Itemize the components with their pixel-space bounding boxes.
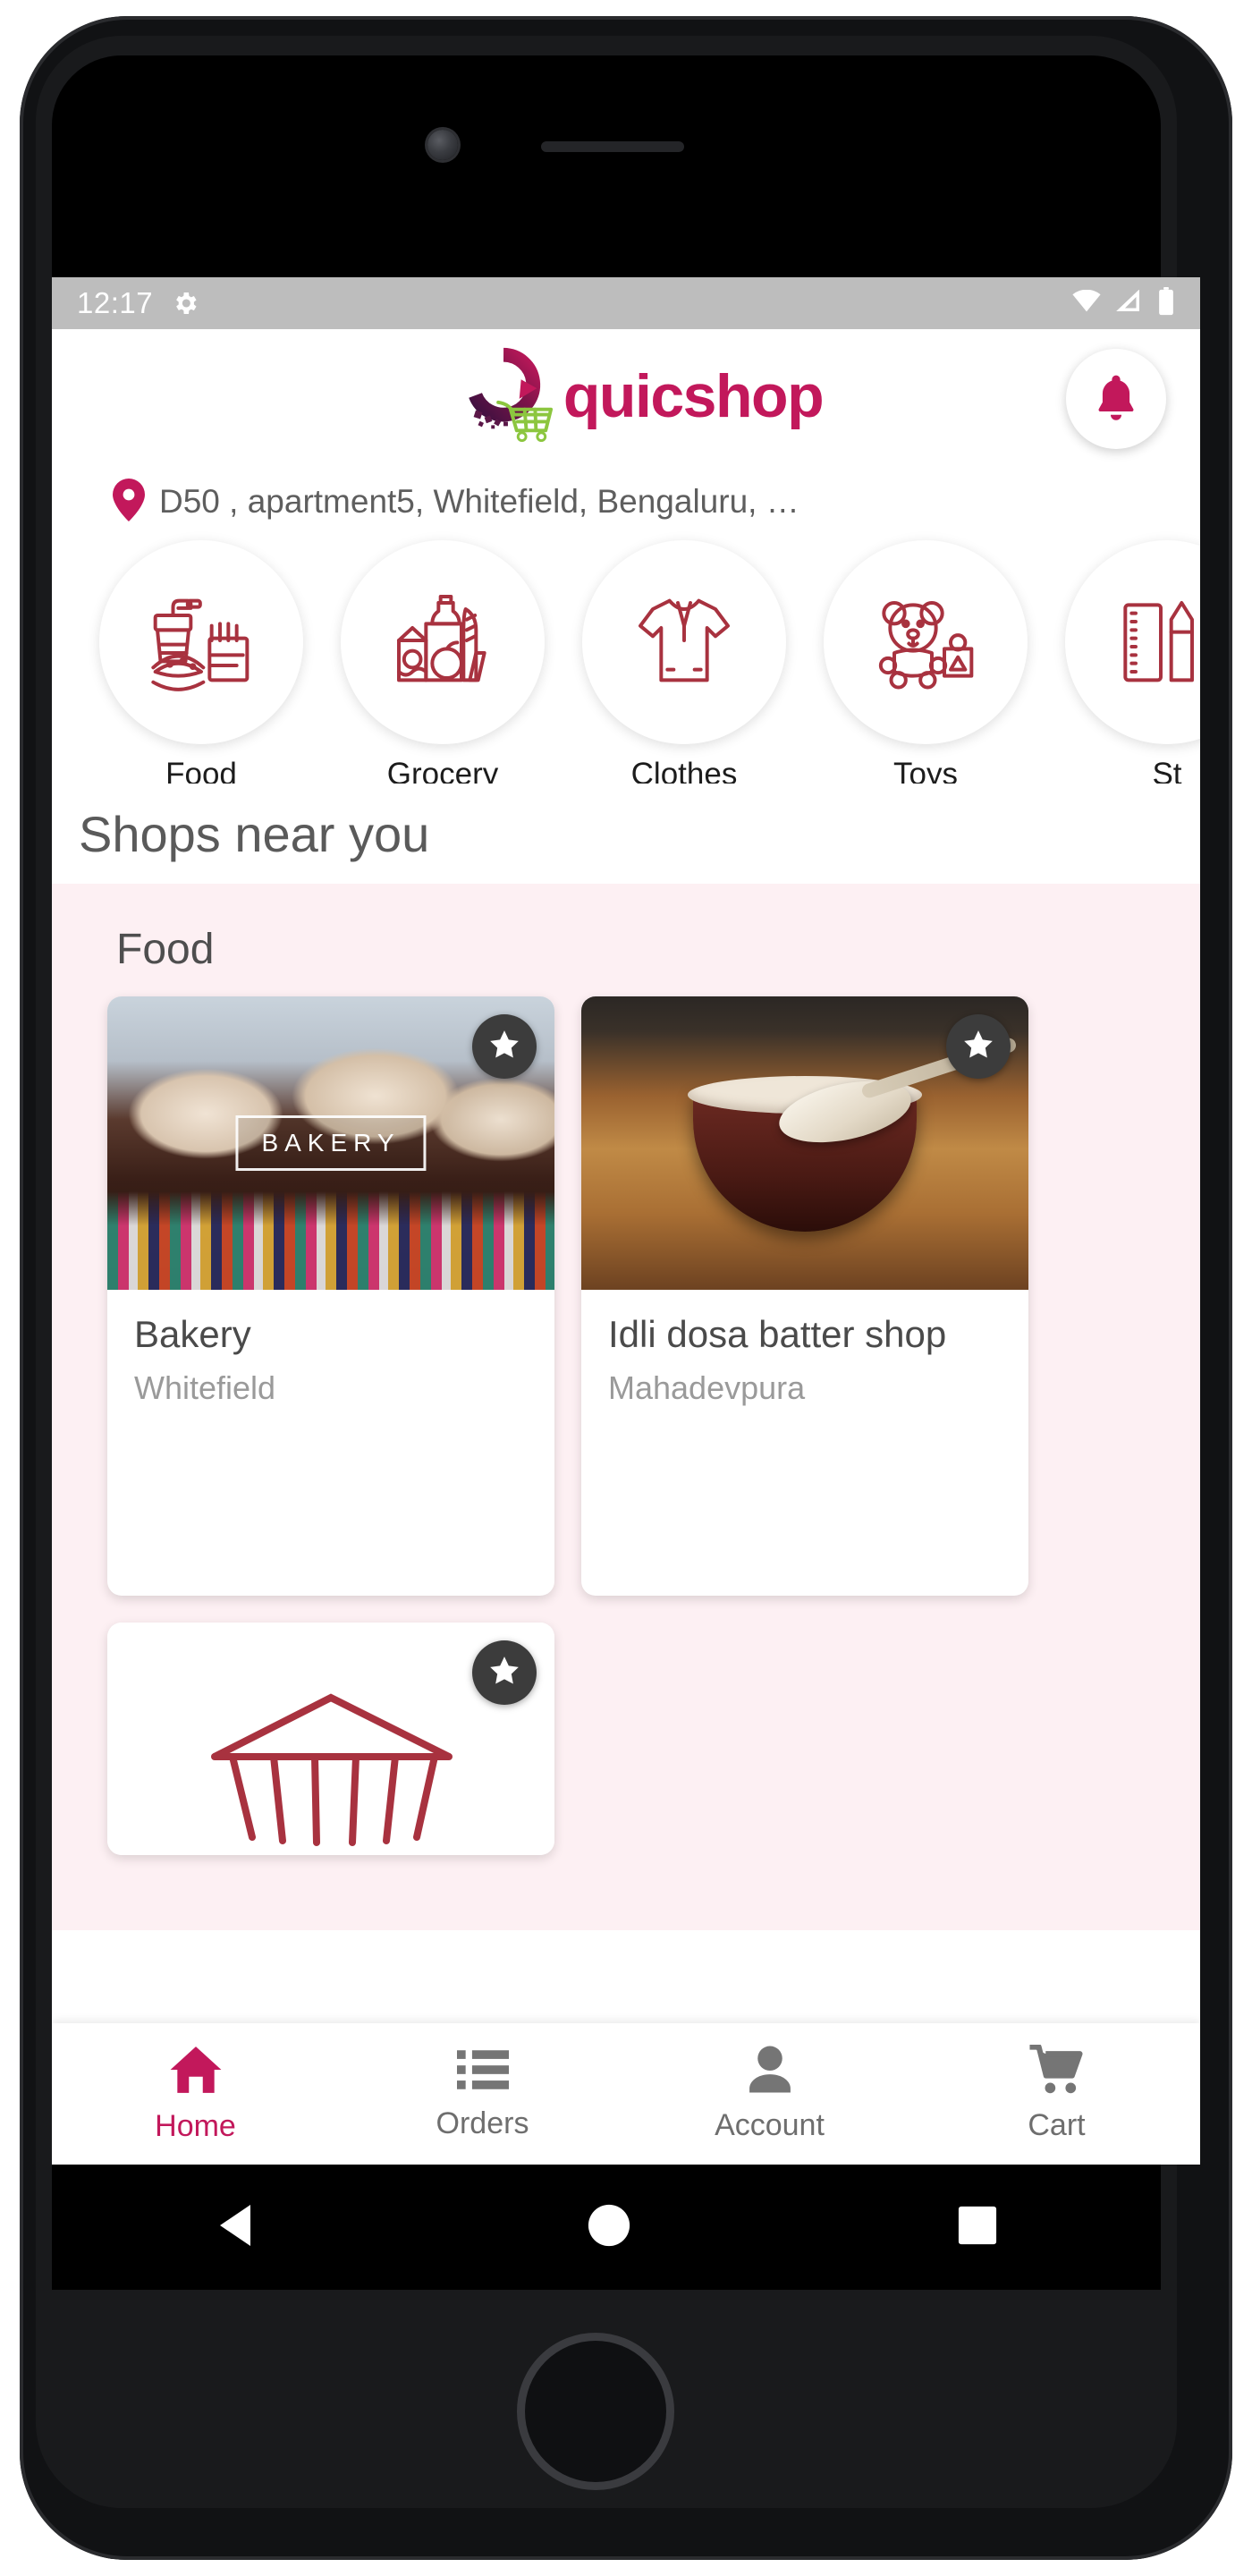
quicshop-logo-icon [453,344,558,449]
shop-card-bakery[interactable]: BAKERY Bakery Whitefield [107,996,554,1596]
app-header: quicshop [52,329,1200,463]
shop-card-idli-dosa-batter[interactable]: Idli dosa batter shop Mahadevpura [581,996,1028,1596]
page-title: Shops near you [79,805,430,862]
stationery-icon [1104,578,1200,708]
brand-logo[interactable]: quicshop [453,344,825,449]
category-item-food[interactable]: Food [80,540,322,792]
nav-item-home[interactable]: Home [52,2023,339,2165]
favorite-button[interactable] [472,1014,537,1079]
category-item-clothes[interactable]: Clothes [563,540,805,792]
category-item-grocery[interactable]: Grocery [322,540,563,792]
favorite-button[interactable] [946,1014,1011,1079]
star-icon [486,1027,522,1067]
notification-button[interactable] [1066,349,1166,449]
front-camera [427,130,458,160]
home-icon [168,2044,224,2100]
category-circle [1065,540,1200,744]
location-pin-icon [113,478,145,526]
tshirt-icon [622,578,747,708]
category-circle [341,540,545,744]
home-circle-icon[interactable] [587,2203,631,2252]
section-heading: Shops near you [52,784,1200,884]
shop-area: Mahadevpura [608,1369,806,1407]
nav-item-orders[interactable]: Orders [339,2023,626,2165]
hardware-home-button[interactable] [517,2333,674,2490]
list-icon [456,2046,509,2097]
shop-grid: BAKERY Bakery Whitefield Idli dosa batte… [107,996,1163,1855]
shop-info: Idli dosa batter shop Mahadevpura [581,1290,1028,1407]
shop-thumbnail [581,996,1028,1290]
shop-info: Bakery Whitefield [107,1290,554,1407]
status-time: 12:17 [77,286,154,319]
signal-icon [1116,289,1143,318]
earpiece-speaker [541,141,684,152]
nav-item-account[interactable]: Account [626,2023,913,2165]
delivery-address-row[interactable]: D50 , apartment5, Whitefield, Bengaluru,… [52,463,1200,540]
brand-name: quicshop [563,362,825,430]
favorite-button[interactable] [472,1640,537,1705]
status-icons [1071,286,1175,320]
category-circle [582,540,786,744]
category-item-stationery[interactable]: St [1046,540,1200,792]
nav-label: Home [155,2109,236,2143]
shop-name: Idli dosa batter shop [608,1313,947,1355]
shop-name: Bakery [134,1313,251,1355]
nav-label: Cart [1028,2108,1086,2142]
shop-thumbnail: BAKERY [107,996,554,1290]
category-circle [99,540,303,744]
shop-card-store[interactable] [107,1623,554,1855]
food-burger-icon [139,578,264,708]
thumb-overlay-label: BAKERY [235,1115,427,1171]
shop-area: Whitefield [134,1369,276,1407]
teddy-bear-icon [863,578,988,708]
category-circle [824,540,1028,744]
star-icon [486,1653,522,1693]
wifi-icon [1071,289,1102,318]
person-icon [747,2045,793,2099]
grocery-bag-icon [380,578,505,708]
android-system-nav [52,2165,1161,2290]
category-item-toys[interactable]: Toys [805,540,1046,792]
app-viewport: 12:17 quicshop D50 , apartment5, Whitefi… [52,277,1200,2165]
shopping-cart-icon [1028,2044,1085,2099]
address-text: D50 , apartment5, Whitefield, Bengaluru,… [159,483,799,520]
status-bar: 12:17 [52,277,1200,329]
group-title: Food [116,926,215,973]
gear-icon [171,289,199,318]
recents-square-icon[interactable] [957,2205,998,2250]
nav-label: Orders [436,2106,529,2140]
category-strip[interactable]: Food Grocery Clothes Toys St [52,540,1200,792]
bell-icon [1091,371,1141,428]
battery-icon [1157,286,1175,320]
nav-label: Account [715,2108,825,2142]
shop-thumbnail [107,1623,554,1855]
bottom-navigation: Home Orders Account Cart [52,2023,1200,2165]
back-triangle-icon[interactable] [215,2201,261,2254]
star-icon [960,1027,996,1067]
device-frame: 12:17 quicshop D50 , apartment5, Whitefi… [0,0,1252,2576]
nav-item-cart[interactable]: Cart [913,2023,1200,2165]
shop-group-food: Food BAKERY Bakery Whitefield Idli dosa … [52,884,1200,1930]
